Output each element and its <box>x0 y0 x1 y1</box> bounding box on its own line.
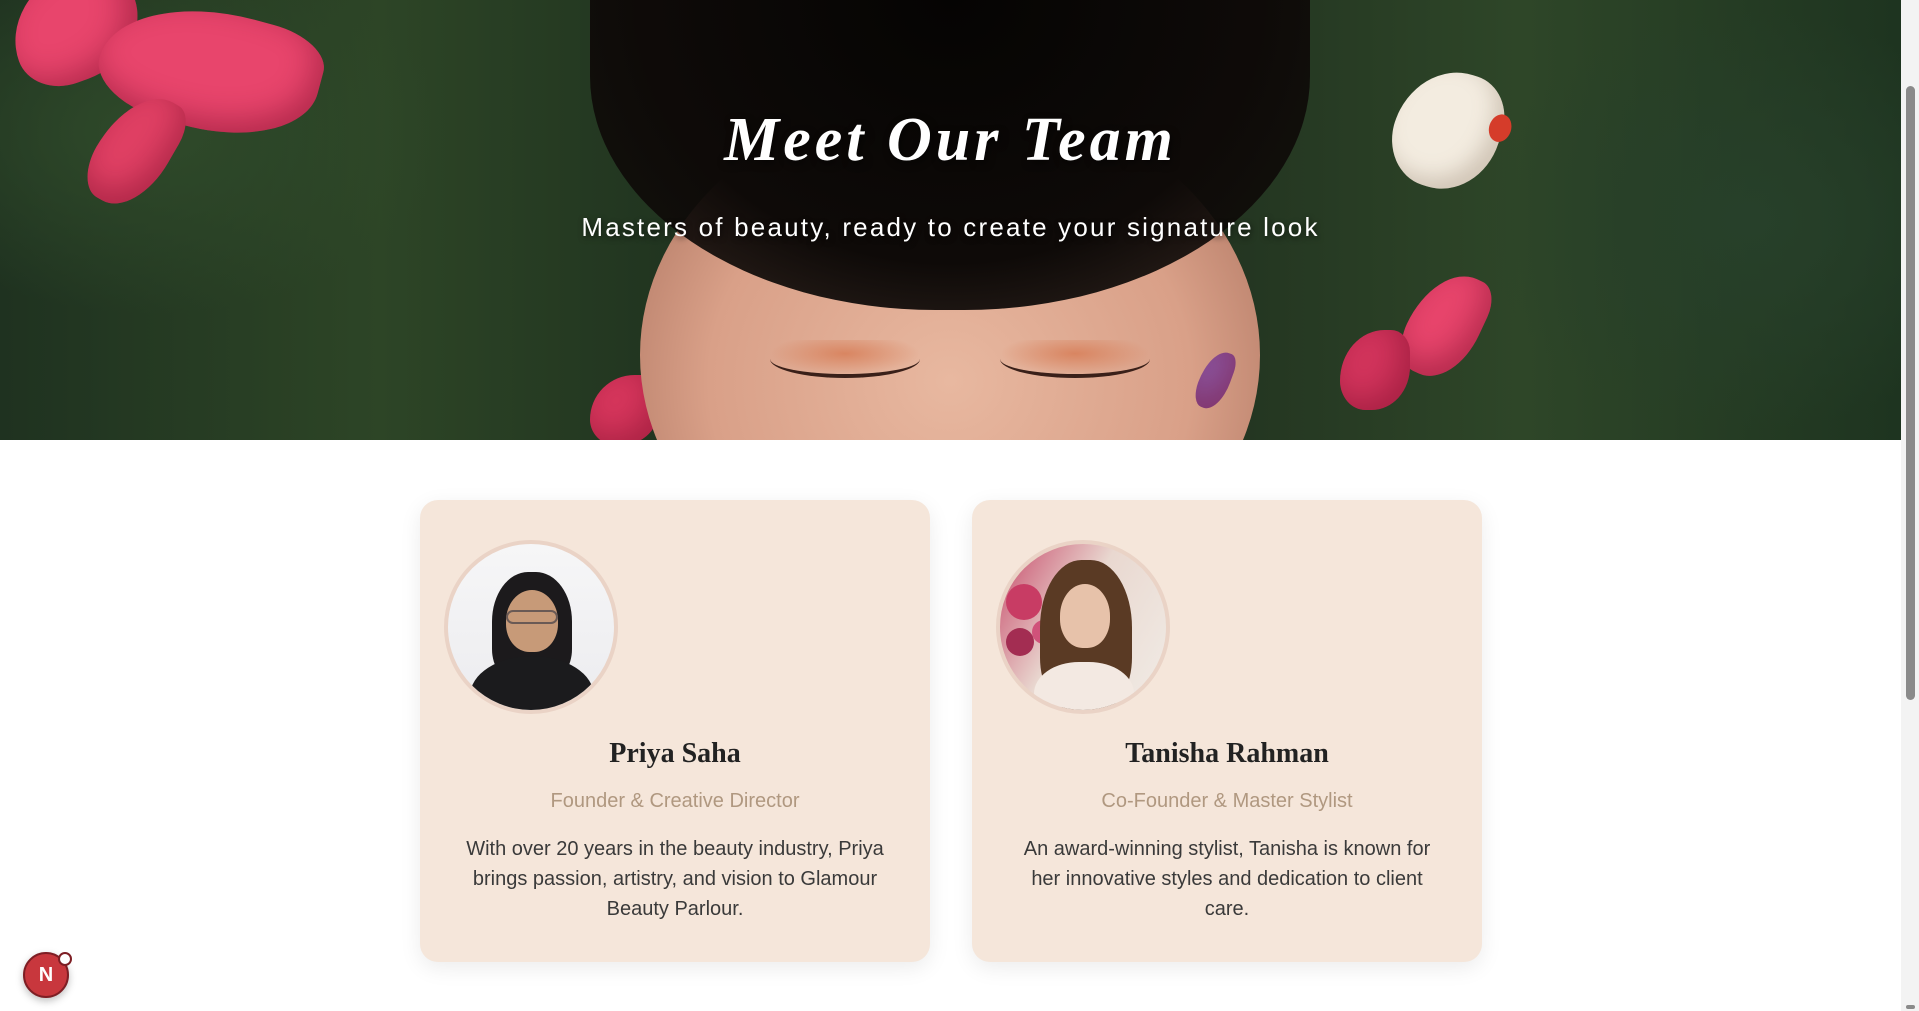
vertical-scrollbar[interactable] <box>1901 0 1919 1011</box>
hero-title: Meet Our Team <box>724 106 1177 174</box>
hero-banner: Meet Our Team Masters of beauty, ready t… <box>0 0 1901 440</box>
member-role: Founder & Creative Director <box>550 790 800 812</box>
avatar <box>444 540 618 714</box>
member-bio: With over 20 years in the beauty industr… <box>466 838 884 920</box>
scrollbar-thumb[interactable] <box>1906 86 1915 700</box>
member-bio: An award-winning stylist, Tanisha is kno… <box>1023 838 1431 920</box>
member-name: Priya Saha <box>609 738 741 769</box>
team-card-priya: Priya Saha Founder & Creative Director W… <box>420 500 930 962</box>
member-name: Tanisha Rahman <box>1125 738 1329 769</box>
scroll-down-arrow-icon[interactable] <box>1906 1005 1915 1009</box>
team-card-tanisha: Tanisha Rahman Co-Founder & Master Styli… <box>972 500 1482 962</box>
hero-subtitle: Masters of beauty, ready to create your … <box>581 212 1320 242</box>
notification-dot <box>58 952 72 966</box>
member-role: Co-Founder & Master Stylist <box>1101 790 1353 812</box>
page: Meet Our Team Masters of beauty, ready t… <box>0 0 1901 1011</box>
avatar <box>996 540 1170 714</box>
